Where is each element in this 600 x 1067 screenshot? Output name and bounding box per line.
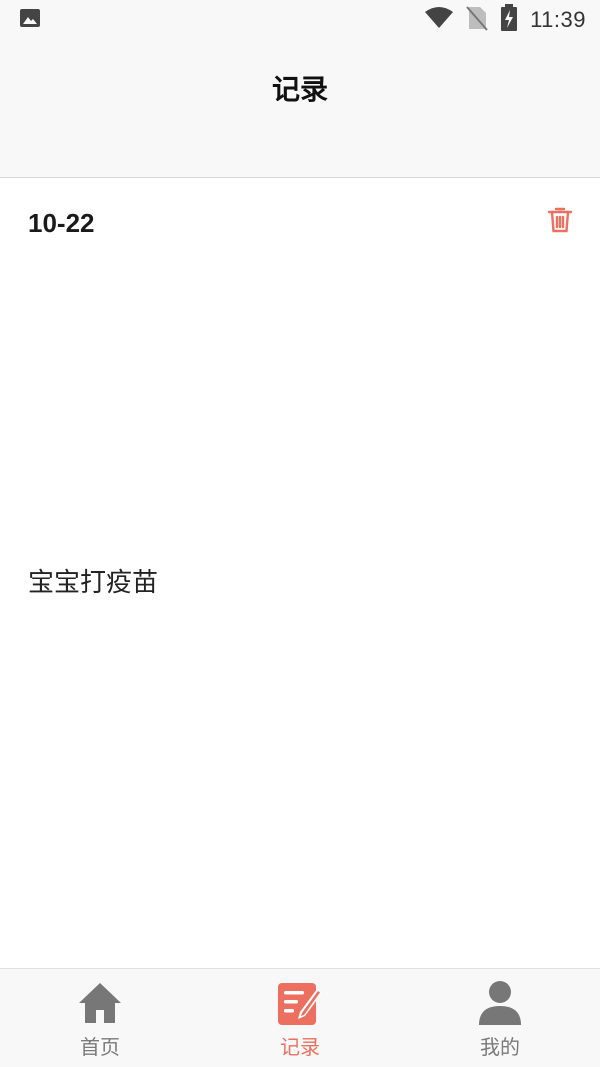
home-icon: [76, 979, 124, 1027]
nav-item-records[interactable]: 记录: [200, 969, 400, 1067]
app-screen: 11:39 记录 10-22 宝宝打疫苗 首页 记录 我的: [0, 0, 600, 1067]
no-sim-icon: [466, 5, 488, 35]
wifi-icon: [424, 6, 454, 34]
nav-item-home[interactable]: 首页: [0, 969, 200, 1067]
delete-record-button[interactable]: [544, 204, 576, 236]
record-text: 宝宝打疫苗: [28, 568, 159, 598]
status-time: 11:39: [530, 7, 586, 32]
image-notification-icon: [18, 6, 42, 34]
status-bar: 11:39: [0, 0, 600, 40]
person-icon: [476, 979, 524, 1027]
note-edit-icon: [276, 979, 324, 1027]
nav-item-mine[interactable]: 我的: [400, 969, 600, 1067]
status-icons: 11:39: [424, 4, 586, 36]
trash-icon: [544, 207, 576, 240]
nav-label-mine: 我的: [480, 1035, 520, 1059]
page-header: 记录: [0, 40, 600, 178]
nav-label-records: 记录: [280, 1035, 320, 1059]
page-title: 记录: [271, 73, 328, 106]
record-date: 10-22: [28, 208, 95, 238]
record-card[interactable]: 10-22 宝宝打疫苗: [0, 178, 600, 968]
nav-label-home: 首页: [80, 1035, 120, 1059]
battery-charging-icon: [500, 4, 518, 36]
bottom-nav: 首页 记录 我的: [0, 968, 600, 1067]
